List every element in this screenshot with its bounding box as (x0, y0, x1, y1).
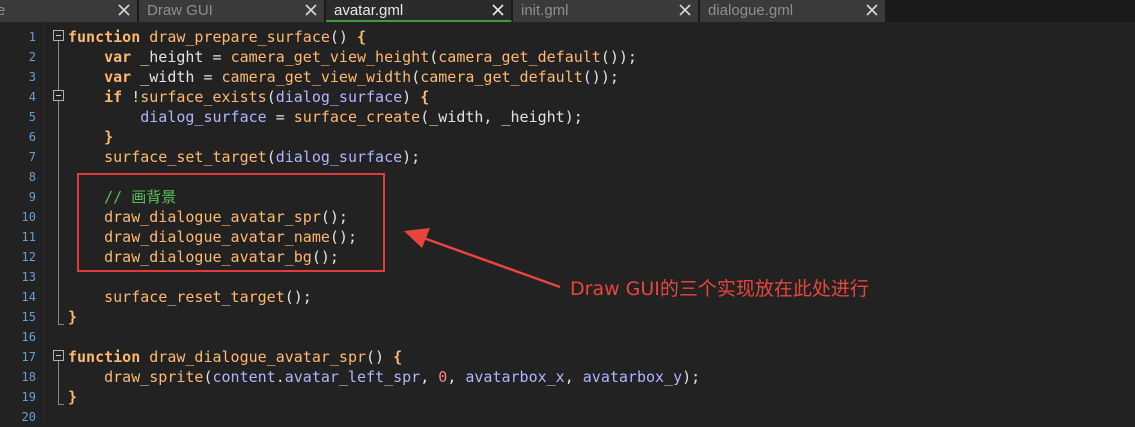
annotation-arrow (404, 228, 561, 289)
annotation-text: Draw GUI的三个实现放在此处进行 (570, 278, 869, 300)
